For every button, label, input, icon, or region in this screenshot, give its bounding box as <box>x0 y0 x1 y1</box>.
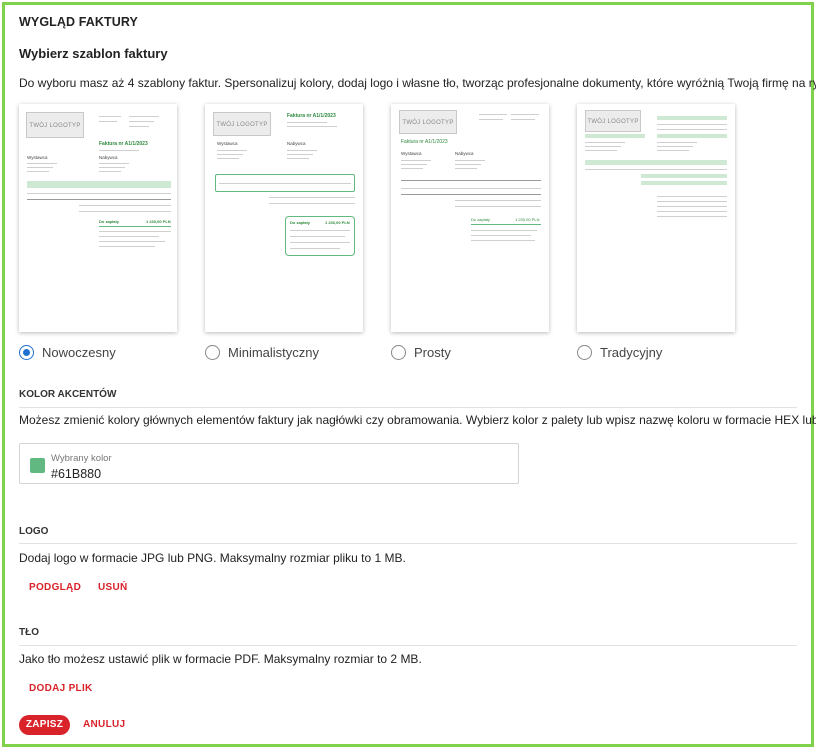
color-swatch[interactable] <box>30 458 45 473</box>
thumb-seller: Wystawca <box>401 151 422 156</box>
add-file-button[interactable]: DODAJ PLIK <box>29 683 93 694</box>
thumb-to-pay: Do zapłaty <box>99 219 120 224</box>
radio-label: Prosty <box>414 345 451 360</box>
radio-label: Nowoczesny <box>42 345 116 360</box>
logo-heading: LOGO <box>19 526 49 537</box>
radio-label: Minimalistyczny <box>228 345 320 360</box>
radio-minimalistyczny[interactable] <box>205 345 220 360</box>
radio-tradycyjny[interactable] <box>577 345 592 360</box>
template-thumbnail-tradycyjny[interactable]: TWÓJ LOGOTYP <box>577 104 735 332</box>
thumb-logo: TWÓJ LOGOTYP <box>213 112 271 136</box>
save-button[interactable]: ZAPISZ <box>19 715 70 735</box>
radio-row-tradycyjny[interactable]: Tradycyjny <box>577 345 662 360</box>
radio-prosty[interactable] <box>391 345 406 360</box>
thumb-buyer: Nabywca <box>287 141 306 146</box>
background-description: Jako tło możesz ustawić plik w formacie … <box>19 652 422 666</box>
divider <box>19 645 797 646</box>
thumb-logo: TWÓJ LOGOTYP <box>26 112 84 138</box>
divider <box>19 407 797 408</box>
thumb-to-pay-amount: 1 230,00 PLN <box>146 219 171 224</box>
thumb-logo: TWÓJ LOGOTYP <box>399 110 457 134</box>
radio-row-minimalistyczny[interactable]: Minimalistyczny <box>205 345 319 360</box>
page-title: WYGLĄD FAKTURY <box>19 15 138 29</box>
template-thumbnail-nowoczesny[interactable]: TWÓJ LOGOTYP Faktura nr A1/1/2023 Wystaw… <box>19 104 177 332</box>
color-field-label: Wybrany kolor <box>51 453 112 464</box>
section-subtitle: Wybierz szablon faktury <box>19 46 168 61</box>
template-thumbnail-prosty[interactable]: TWÓJ LOGOTYP Faktura nr A1/1/2023 Wystaw… <box>391 104 549 332</box>
thumb-to-pay: Do zapłaty <box>290 220 311 225</box>
thumb-invoice-title: Faktura nr A1/1/2023 <box>99 141 148 147</box>
thumb-invoice-title: Faktura nr A1/1/2023 <box>287 113 336 119</box>
template-thumbnail-minimalistyczny[interactable]: TWÓJ LOGOTYP Faktura nr A1/1/2023 Wystaw… <box>205 104 363 332</box>
radio-label: Tradycyjny <box>600 345 663 360</box>
invoice-appearance-panel: WYGLĄD FAKTURY Wybierz szablon faktury D… <box>2 2 816 747</box>
color-field-value[interactable]: #61B880 <box>51 467 101 481</box>
thumb-seller: Wystawca <box>217 141 238 146</box>
thumb-to-pay-amount: 1 230,00 PLN <box>325 220 350 225</box>
thumb-to-pay: Do zapłaty <box>471 217 490 222</box>
cancel-button[interactable]: ANULUJ <box>83 719 125 730</box>
logo-description: Dodaj logo w formacie JPG lub PNG. Maksy… <box>19 551 406 565</box>
radio-row-nowoczesny[interactable]: Nowoczesny <box>19 345 116 360</box>
template-picker: TWÓJ LOGOTYP Faktura nr A1/1/2023 Wystaw… <box>19 102 799 367</box>
thumb-logo: TWÓJ LOGOTYP <box>585 110 641 132</box>
logo-remove-button[interactable]: USUŃ <box>98 582 128 593</box>
thumb-invoice-title: Faktura nr A1/1/2023 <box>401 139 448 145</box>
radio-nowoczesny[interactable] <box>19 345 34 360</box>
thumb-buyer: Nabywca <box>455 151 474 156</box>
thumb-seller: Wystawca <box>27 155 48 160</box>
divider <box>19 543 797 544</box>
accent-description: Możesz zmienić kolory głównych elementów… <box>19 413 816 427</box>
background-heading: TŁO <box>19 627 39 638</box>
accent-heading: KOLOR AKCENTÓW <box>19 389 117 400</box>
thumb-buyer: Nabywca <box>99 155 118 160</box>
thumb-to-pay-amount: 1 230,00 PLN <box>515 217 540 222</box>
color-picker-field[interactable]: Wybrany kolor #61B880 <box>19 443 519 484</box>
logo-preview-button[interactable]: PODGLĄD <box>29 582 81 593</box>
radio-row-prosty[interactable]: Prosty <box>391 345 451 360</box>
templates-description: Do wyboru masz aż 4 szablony faktur. Spe… <box>19 76 816 90</box>
